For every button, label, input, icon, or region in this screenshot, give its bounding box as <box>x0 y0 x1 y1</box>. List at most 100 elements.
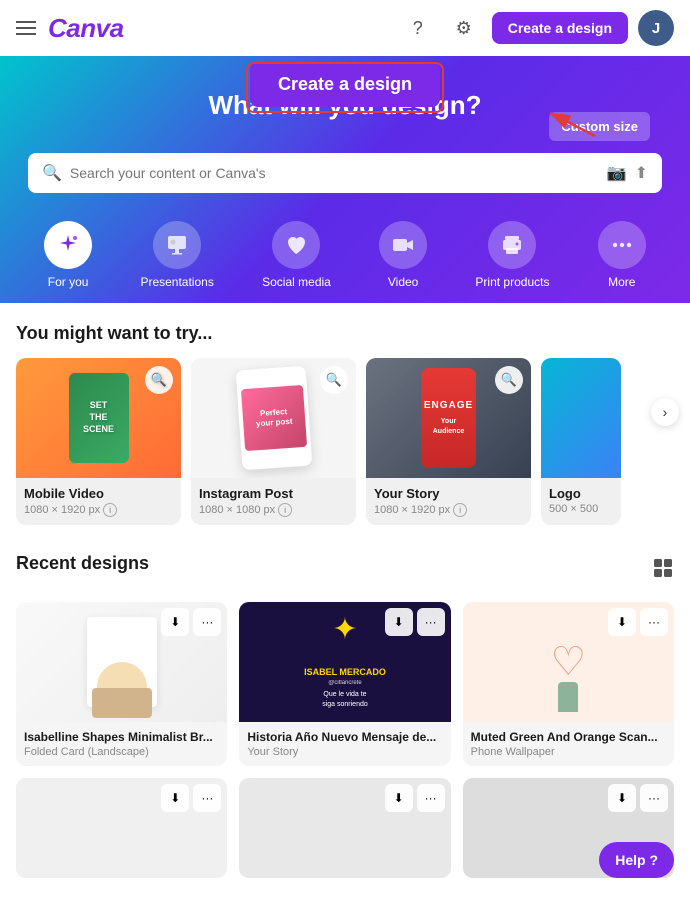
design-2-name: Historia Año Nuevo Mensaje de... <box>247 730 442 744</box>
more-btn-2[interactable]: ··· <box>417 608 445 636</box>
search-overlay-3[interactable]: 🔍 <box>495 366 523 394</box>
story-thumbnail: ENGAGE YourAudience 🔍 <box>366 358 531 478</box>
try-section: You might want to try... SETTHESCENE 🔍 M… <box>16 323 674 525</box>
upload-icon[interactable]: ⬆ <box>635 163 648 183</box>
designs-row-2: ⬇ ··· ⬇ ··· ⬇ ··· <box>16 778 674 878</box>
download-btn-1[interactable]: ⬇ <box>161 608 189 636</box>
design-4-actions: ⬇ ··· <box>161 784 221 812</box>
tab-for-you-label: For you <box>48 275 89 289</box>
design-5-actions: ⬇ ··· <box>385 784 445 812</box>
instagram-dim: 1080 × 1080 px i <box>199 503 348 517</box>
tab-more-label: More <box>608 275 635 289</box>
search-icon: 🔍 <box>42 163 62 183</box>
design-6-actions: ⬇ ··· <box>608 784 668 812</box>
story-info: Your Story 1080 × 1920 px i <box>366 478 531 525</box>
tab-for-you[interactable]: For you <box>32 213 104 303</box>
design-3-thumbnail: ♡ ⬇ ··· <box>463 602 674 722</box>
try-card-mobile-video[interactable]: SETTHESCENE 🔍 Mobile Video 1080 × 1920 p… <box>16 358 181 525</box>
presentations-icon-container <box>153 221 201 269</box>
print-products-icon-container <box>488 221 536 269</box>
tab-more[interactable]: More <box>586 213 658 303</box>
recent-section: Recent designs ⬇ <box>16 553 674 878</box>
story-name: Your Story <box>374 486 523 501</box>
popup-label: Create a design <box>278 74 412 94</box>
next-button[interactable]: › <box>651 398 679 426</box>
info-icon-2[interactable]: i <box>278 503 292 517</box>
design-2-info: Historia Año Nuevo Mensaje de... Your St… <box>239 722 450 766</box>
main-content: You might want to try... SETTHESCENE 🔍 M… <box>0 303 690 898</box>
for-you-icon-container <box>44 221 92 269</box>
design-3-actions: ⬇ ··· <box>608 608 668 636</box>
design-card-4[interactable]: ⬇ ··· <box>16 778 227 878</box>
search-icons: 📷 ⬆ <box>607 163 648 183</box>
design-3-info: Muted Green And Orange Scan... Phone Wal… <box>463 722 674 766</box>
info-icon-3[interactable]: i <box>453 503 467 517</box>
mobile-video-name: Mobile Video <box>24 486 173 501</box>
settings-icon-button[interactable]: ⚙ <box>446 10 482 46</box>
search-overlay-1[interactable]: 🔍 <box>145 366 173 394</box>
tab-video-label: Video <box>388 275 418 289</box>
search-input[interactable] <box>70 165 599 181</box>
instagram-name: Instagram Post <box>199 486 348 501</box>
design-1-name: Isabelline Shapes Minimalist Br... <box>24 730 219 744</box>
design-2-actions: ⬇ ··· <box>385 608 445 636</box>
header-right: ? ⚙ Create a design J <box>400 10 674 46</box>
tab-social-media[interactable]: Social media <box>250 213 343 303</box>
design-2-type: Your Story <box>247 746 442 758</box>
try-card-logo[interactable]: Logo 500 × 500 <box>541 358 621 525</box>
help-button[interactable]: Help ? <box>599 842 674 878</box>
download-btn-3[interactable]: ⬇ <box>608 608 636 636</box>
search-bar: 🔍 📷 ⬆ <box>28 153 662 193</box>
design-card-1[interactable]: ⬇ ··· Isabelline Shapes Minimalist Br...… <box>16 602 227 766</box>
more-btn-5[interactable]: ··· <box>417 784 445 812</box>
category-tabs: For you Presentations Social media <box>20 213 670 303</box>
tab-video[interactable]: Video <box>367 213 439 303</box>
tab-social-media-label: Social media <box>262 275 331 289</box>
design-card-2[interactable]: ✦ ISABEL MERCADO @citlancrete Que le vid… <box>239 602 450 766</box>
video-icon-container <box>379 221 427 269</box>
designs-grid: ⬇ ··· Isabelline Shapes Minimalist Br...… <box>16 602 674 766</box>
tab-print-products[interactable]: Print products <box>463 213 561 303</box>
more-btn-6[interactable]: ··· <box>640 784 668 812</box>
hamburger-menu-button[interactable] <box>16 21 36 35</box>
design-2-thumbnail: ✦ ISABEL MERCADO @citlancrete Que le vid… <box>239 602 450 722</box>
instagram-info: Instagram Post 1080 × 1080 px i <box>191 478 356 525</box>
try-card-story[interactable]: ENGAGE YourAudience 🔍 Your Story 1080 × … <box>366 358 531 525</box>
grid-view-button[interactable] <box>652 557 674 585</box>
design-5-thumbnail: ⬇ ··· <box>239 778 450 878</box>
mobile-video-dim: 1080 × 1920 px i <box>24 503 173 517</box>
canva-logo: Canva <box>48 13 124 44</box>
design-1-thumbnail: ⬇ ··· <box>16 602 227 722</box>
help-icon-button[interactable]: ? <box>400 10 436 46</box>
logo-info: Logo 500 × 500 <box>541 478 621 523</box>
header: Canva ? ⚙ Create a design J <box>0 0 690 56</box>
tab-print-products-label: Print products <box>475 275 549 289</box>
create-design-popup: Create a design <box>250 62 440 107</box>
design-card-5[interactable]: ⬇ ··· <box>239 778 450 878</box>
download-btn-4[interactable]: ⬇ <box>161 784 189 812</box>
story-dim: 1080 × 1920 px i <box>374 503 523 517</box>
download-btn-2[interactable]: ⬇ <box>385 608 413 636</box>
camera-icon[interactable]: 📷 <box>607 163 627 183</box>
mobile-video-info: Mobile Video 1080 × 1920 px i <box>16 478 181 525</box>
info-icon-1[interactable]: i <box>103 503 117 517</box>
recent-header: Recent designs <box>16 553 674 588</box>
more-icon-container <box>598 221 646 269</box>
download-btn-6[interactable]: ⬇ <box>608 784 636 812</box>
download-btn-5[interactable]: ⬇ <box>385 784 413 812</box>
avatar[interactable]: J <box>638 10 674 46</box>
more-btn-4[interactable]: ··· <box>193 784 221 812</box>
logo-name: Logo <box>549 486 613 501</box>
search-overlay-2[interactable]: 🔍 <box>320 366 348 394</box>
tab-presentations[interactable]: Presentations <box>128 213 225 303</box>
more-btn-1[interactable]: ··· <box>193 608 221 636</box>
more-btn-3[interactable]: ··· <box>640 608 668 636</box>
red-arrow-icon <box>540 108 600 143</box>
design-1-actions: ⬇ ··· <box>161 608 221 636</box>
design-1-type: Folded Card (Landscape) <box>24 746 219 758</box>
header-left: Canva <box>16 13 124 44</box>
design-card-3[interactable]: ♡ ⬇ ··· Muted Green And Orange Scan... P… <box>463 602 674 766</box>
try-card-instagram[interactable]: Perfectyour post 🔍 Instagram Post 1080 ×… <box>191 358 356 525</box>
design-1-info: Isabelline Shapes Minimalist Br... Folde… <box>16 722 227 766</box>
create-design-button[interactable]: Create a design <box>492 12 628 44</box>
